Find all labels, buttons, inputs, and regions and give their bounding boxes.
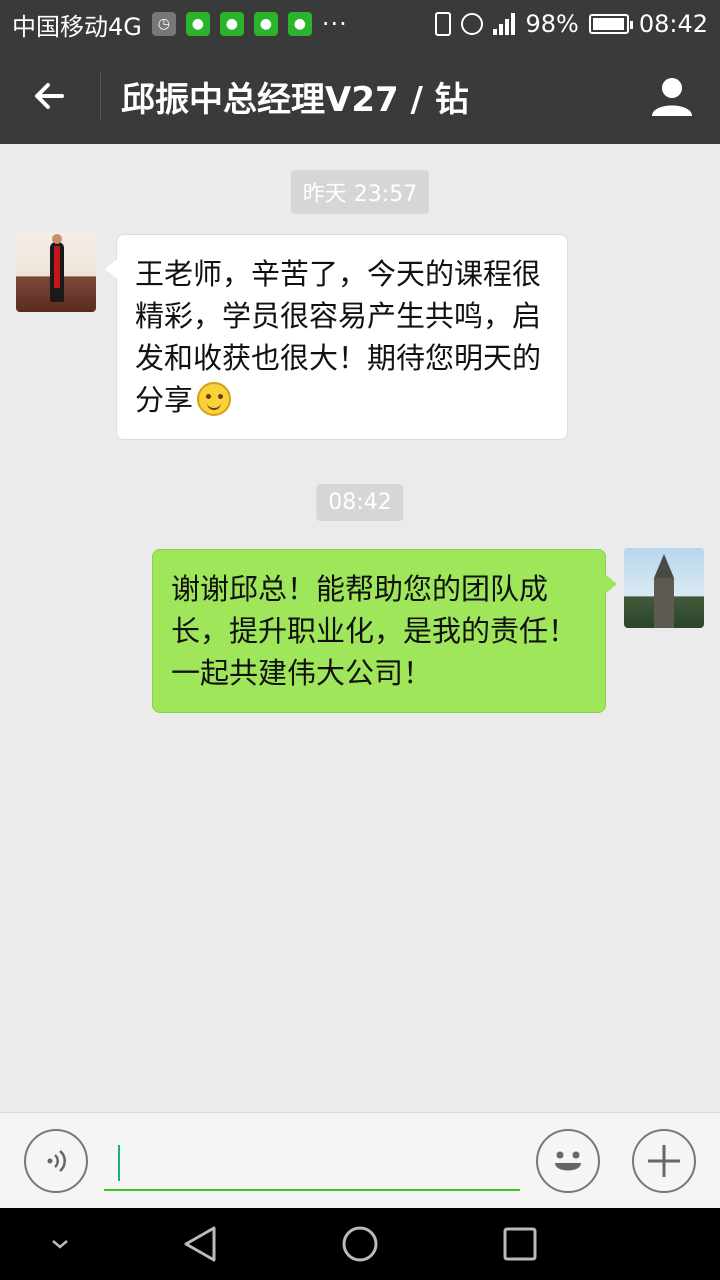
sent-message-bubble[interactable]: 谢谢邱总！能帮助您的团队成长，提升职业化，是我的责任！一起共建伟大公司！ bbox=[152, 549, 617, 713]
battery-percent: 98% bbox=[525, 10, 579, 38]
wechat-notification-icon: ● bbox=[185, 12, 210, 36]
header-divider bbox=[100, 71, 101, 121]
nav-recent-icon bbox=[503, 1227, 537, 1261]
vibrate-icon bbox=[435, 12, 452, 36]
battery-icon bbox=[588, 14, 633, 34]
avatar-tower bbox=[654, 578, 674, 628]
nav-collapse-button[interactable] bbox=[20, 1208, 100, 1280]
received-message-text: 王老师，辛苦了，今天的课程很精彩，学员很容易产生共鸣，启发和收获也很大！期待您明… bbox=[135, 257, 542, 417]
signal-icon bbox=[493, 13, 516, 35]
plus-icon bbox=[648, 1145, 680, 1177]
contact-avatar[interactable] bbox=[16, 232, 96, 312]
nav-back-icon bbox=[184, 1226, 216, 1262]
back-button[interactable] bbox=[0, 48, 100, 144]
screenshot-icon: ◷ bbox=[151, 12, 176, 36]
my-avatar[interactable] bbox=[624, 548, 704, 628]
text-cursor bbox=[118, 1145, 120, 1181]
smile-emoji-icon bbox=[197, 382, 232, 416]
wechat-notification-icon: ● bbox=[219, 12, 244, 36]
profile-icon bbox=[652, 78, 692, 116]
message-timestamp: 昨天 23:57 bbox=[290, 170, 430, 214]
more-options-button[interactable] bbox=[632, 1129, 696, 1193]
system-nav-bar bbox=[0, 1208, 720, 1280]
clock: 08:42 bbox=[638, 10, 708, 38]
back-arrow-icon bbox=[35, 83, 64, 109]
nav-home-icon bbox=[342, 1226, 378, 1262]
voice-icon bbox=[47, 1150, 66, 1172]
wechat-notification-icon: ● bbox=[287, 12, 312, 36]
chat-info-button[interactable] bbox=[624, 48, 720, 144]
carrier-label: 中国移动4G bbox=[12, 12, 142, 41]
nav-collapse-icon bbox=[52, 1240, 68, 1249]
alarm-icon bbox=[461, 13, 484, 35]
voice-input-button[interactable] bbox=[24, 1129, 88, 1193]
message-input[interactable] bbox=[104, 1137, 520, 1191]
chat-title: 邱振中总经理V27 / 钻 bbox=[121, 79, 469, 120]
nav-recent-button[interactable] bbox=[480, 1208, 560, 1280]
more-notifications: ··· bbox=[321, 10, 348, 38]
sent-message-text: 谢谢邱总！能帮助您的团队成长，提升职业化，是我的责任！一起共建伟大公司！ bbox=[171, 572, 578, 690]
emoji-button[interactable] bbox=[536, 1129, 600, 1193]
message-list[interactable]: 昨天 23:57 王老师，辛苦了，今天的课程很精彩，学员很容易产生共鸣，启发和收… bbox=[0, 144, 720, 1112]
input-bar bbox=[0, 1112, 720, 1208]
nav-home-button[interactable] bbox=[320, 1208, 400, 1280]
status-bar: 中国移动4G ◷ ● ● ● ● ··· 98% 08:42 bbox=[0, 0, 720, 48]
avatar-spire bbox=[654, 554, 674, 578]
wechat-notification-icon: ● bbox=[253, 12, 278, 36]
message-timestamp: 08:42 bbox=[316, 484, 404, 521]
avatar-head bbox=[52, 234, 62, 244]
nav-back-button[interactable] bbox=[160, 1208, 240, 1280]
emoji-icon bbox=[555, 1151, 581, 1171]
chat-header: 邱振中总经理V27 / 钻 bbox=[0, 48, 720, 144]
avatar-scarf bbox=[54, 246, 60, 288]
received-message-bubble[interactable]: 王老师，辛苦了，今天的课程很精彩，学员很容易产生共鸣，启发和收获也很大！期待您明… bbox=[105, 234, 568, 440]
